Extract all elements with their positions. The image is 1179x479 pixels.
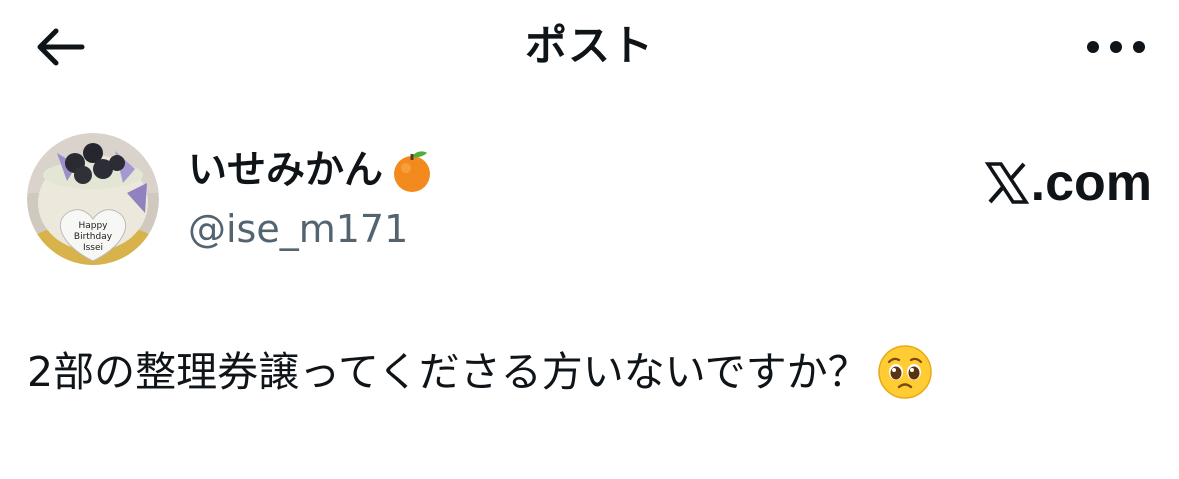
tangerine-icon — [394, 151, 431, 192]
pleading-face-icon — [877, 345, 932, 399]
display-name-link[interactable]: いせみかん — [188, 145, 435, 197]
svg-text:Happy: Happy — [78, 221, 108, 231]
svg-text:Issei: Issei — [83, 243, 103, 253]
display-name: いせみかん — [188, 148, 384, 193]
x-com-brand: .com — [984, 153, 1152, 213]
post-text: 2部の整理券譲ってくださる方いないですか？ — [27, 348, 869, 396]
x-logo-icon — [984, 162, 1029, 204]
more-horizontal-icon — [1087, 41, 1145, 53]
avatar[interactable]: Happy Birthday Issei — [27, 133, 159, 265]
more-options-button[interactable] — [1083, 24, 1149, 70]
page-title: ポスト — [524, 21, 654, 70]
post-author: Happy Birthday Issei いせみかん @ise_m171 .co… — [27, 133, 1152, 268]
top-bar: ポスト — [0, 0, 1179, 95]
avatar-image: Happy Birthday Issei — [27, 133, 159, 265]
user-handle[interactable]: @ise_m171 — [188, 205, 408, 253]
post-body: 2部の整理券譲ってくださる方いないですか？ — [27, 340, 1152, 404]
brand-domain: .com — [1030, 154, 1152, 212]
svg-text:Birthday: Birthday — [74, 232, 113, 242]
